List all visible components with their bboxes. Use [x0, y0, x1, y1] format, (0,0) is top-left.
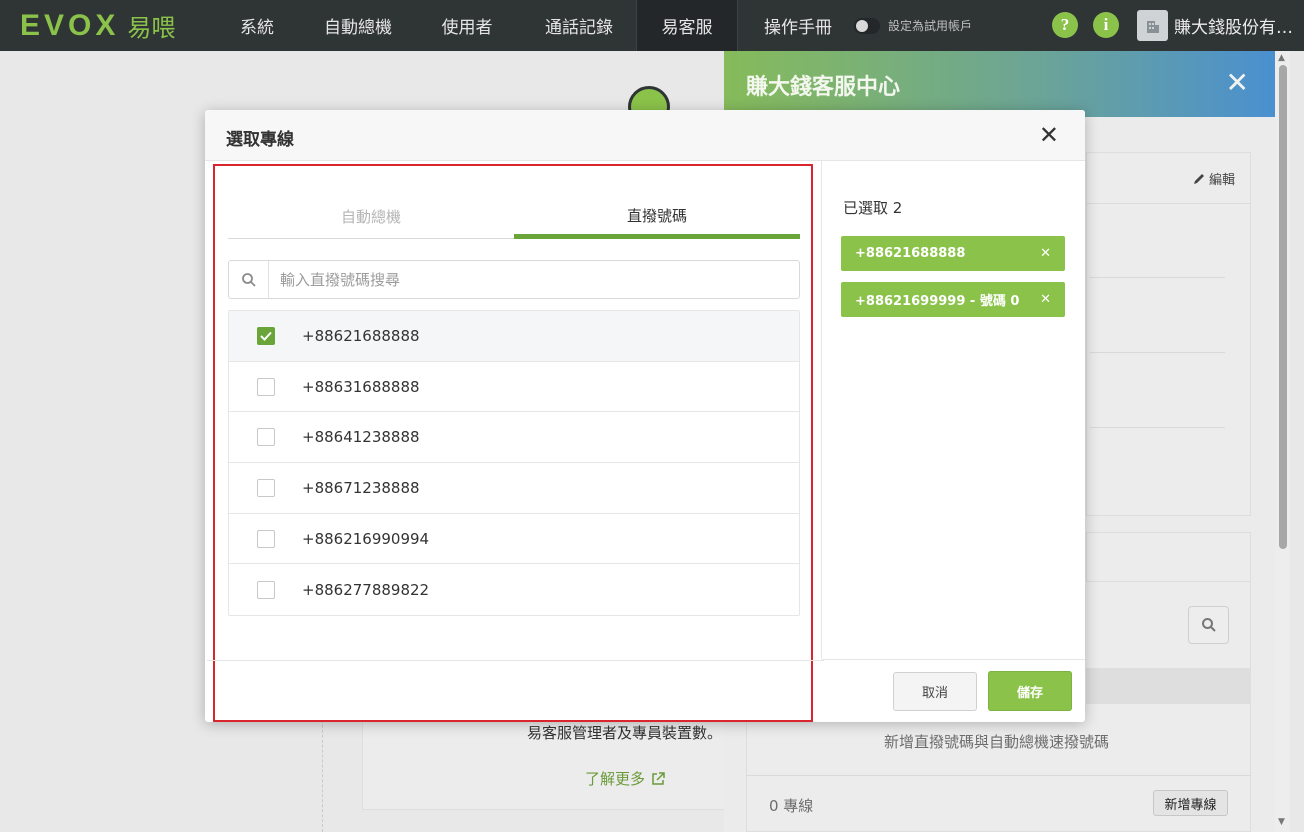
scroll-thumb[interactable]	[1279, 65, 1287, 549]
side-row-divider	[1090, 427, 1225, 428]
help-icon[interactable]: ?	[1052, 12, 1078, 38]
save-button[interactable]: 儲存	[988, 671, 1072, 711]
page-scrollbar[interactable]: ▲ ▼	[1275, 51, 1290, 832]
trial-label: 設定為試用帳戶	[888, 19, 973, 33]
nav-item-system[interactable]: 系統	[226, 0, 288, 51]
card-description: 易客服管理者及專員裝置數。	[527, 724, 723, 742]
building-icon	[1137, 10, 1168, 41]
pencil-icon	[1194, 173, 1204, 184]
picker-tabs: 自動總機 直撥號碼	[228, 193, 800, 239]
pane-footer-divider	[207, 660, 824, 661]
selected-chip: +88621699999 - 號碼 0 ✕	[841, 282, 1065, 317]
selected-count: 已選取 2	[843, 199, 903, 217]
list-item[interactable]: +88671238888	[229, 463, 799, 514]
side-search-button[interactable]	[1188, 606, 1229, 644]
cancel-button[interactable]: 取消	[893, 672, 977, 711]
side-card-divider	[1086, 203, 1251, 204]
edit-label: 編輯	[1209, 173, 1236, 188]
side-panel-title: 賺大錢客服中心	[746, 75, 901, 100]
add-line-button[interactable]: 新增專線	[1153, 790, 1228, 816]
checkmark-icon	[260, 331, 272, 341]
side-row-divider	[1090, 352, 1225, 353]
logo-cn-text: 易喂	[127, 14, 176, 42]
modal-header: 選取專線 ✕	[205, 110, 1085, 161]
search-icon	[1201, 618, 1216, 632]
chip-label: +88621699999 - 號碼 0	[855, 294, 1020, 309]
logo-text: EVOX	[20, 8, 120, 42]
nav-item-users[interactable]: 使用者	[424, 0, 510, 51]
checkbox[interactable]	[257, 478, 275, 497]
list-item[interactable]: +88631688888	[229, 362, 799, 413]
line-count: 0 專線	[769, 797, 814, 815]
number-search-input[interactable]	[269, 261, 799, 298]
side-panel-close-icon[interactable]: ✕	[1226, 68, 1249, 98]
info-icon[interactable]: i	[1093, 12, 1119, 38]
evox-logo[interactable]: EVOX 易喂	[0, 0, 226, 51]
number-picker-pane: 自動總機 直撥號碼 +88621688888 +88631688888	[207, 164, 824, 722]
nav-item-call-records[interactable]: 通話記錄	[524, 0, 634, 51]
company-menu[interactable]: 賺大錢股份有限公司	[1137, 10, 1298, 41]
number-label: +886216990994	[302, 529, 430, 548]
selected-chip: +88621688888 ✕	[841, 236, 1065, 271]
remove-chip-icon[interactable]: ✕	[1040, 292, 1051, 307]
remove-chip-icon[interactable]: ✕	[1040, 246, 1051, 261]
checkbox[interactable]	[257, 377, 275, 396]
company-name: 賺大錢股份有限公司	[1174, 18, 1298, 38]
number-label: +88641238888	[302, 428, 420, 447]
learn-more-label: 了解更多	[585, 770, 646, 788]
checkbox[interactable]	[257, 580, 275, 599]
scroll-down-icon[interactable]: ▼	[1278, 817, 1285, 827]
side-panel-header: 賺大錢客服中心 ✕	[724, 51, 1275, 117]
edit-link[interactable]: 編輯	[1192, 169, 1235, 188]
list-item[interactable]: +88641238888	[229, 412, 799, 464]
side-table-header	[1086, 668, 1251, 704]
tab-auto-attendant[interactable]: 自動總機	[228, 193, 514, 239]
side-card-header	[1086, 532, 1251, 582]
scroll-up-icon[interactable]: ▲	[1278, 53, 1285, 63]
checkbox[interactable]	[257, 529, 275, 548]
number-label: +886277889822	[302, 580, 430, 599]
side-footer-divider	[746, 775, 1251, 776]
modal-title: 選取專線	[226, 130, 294, 150]
side-info-card	[1086, 152, 1251, 516]
chip-label: +88621688888	[855, 246, 966, 261]
number-search	[228, 260, 800, 299]
modal-footer: 取消 儲存	[822, 659, 1085, 722]
nav-item-manual[interactable]: 操作手冊	[738, 0, 858, 51]
search-icon	[229, 261, 269, 298]
learn-more-link[interactable]: 了解更多	[585, 768, 665, 789]
number-list: +88621688888 +88631688888 +88641238888 +…	[228, 310, 800, 617]
modal-close-icon[interactable]: ✕	[1039, 122, 1059, 148]
add-numbers-hint: 新增直撥號碼與自動總機速撥號碼	[884, 733, 1110, 751]
number-label: +88671238888	[302, 478, 420, 497]
checkbox[interactable]	[257, 428, 275, 447]
nav-item-customer-service[interactable]: 易客服	[636, 0, 738, 51]
pane-divider	[821, 161, 822, 659]
tab-direct-numbers[interactable]: 直撥號碼	[514, 193, 800, 239]
list-item[interactable]: +88621688888	[229, 311, 799, 362]
number-label: +88631688888	[302, 377, 420, 396]
trial-toggle[interactable]	[854, 17, 880, 34]
list-item[interactable]: +886277889822	[229, 564, 799, 615]
top-nav: EVOX 易喂 系統 自動總機 使用者 通話記錄 易客服 操作手冊 設定為試用帳…	[0, 0, 1304, 51]
checkbox-checked[interactable]	[257, 326, 275, 345]
select-line-modal: 選取專線 ✕ 自動總機 直撥號碼 +88621688888 +886316888…	[205, 110, 1085, 722]
list-item[interactable]: +886216990994	[229, 514, 799, 565]
trial-account-setting: 設定為試用帳戶	[854, 17, 972, 34]
nav-item-auto-attendant[interactable]: 自動總機	[296, 0, 420, 51]
number-label: +88621688888	[302, 326, 420, 345]
external-link-icon	[652, 771, 665, 785]
side-row-divider	[1090, 277, 1225, 278]
